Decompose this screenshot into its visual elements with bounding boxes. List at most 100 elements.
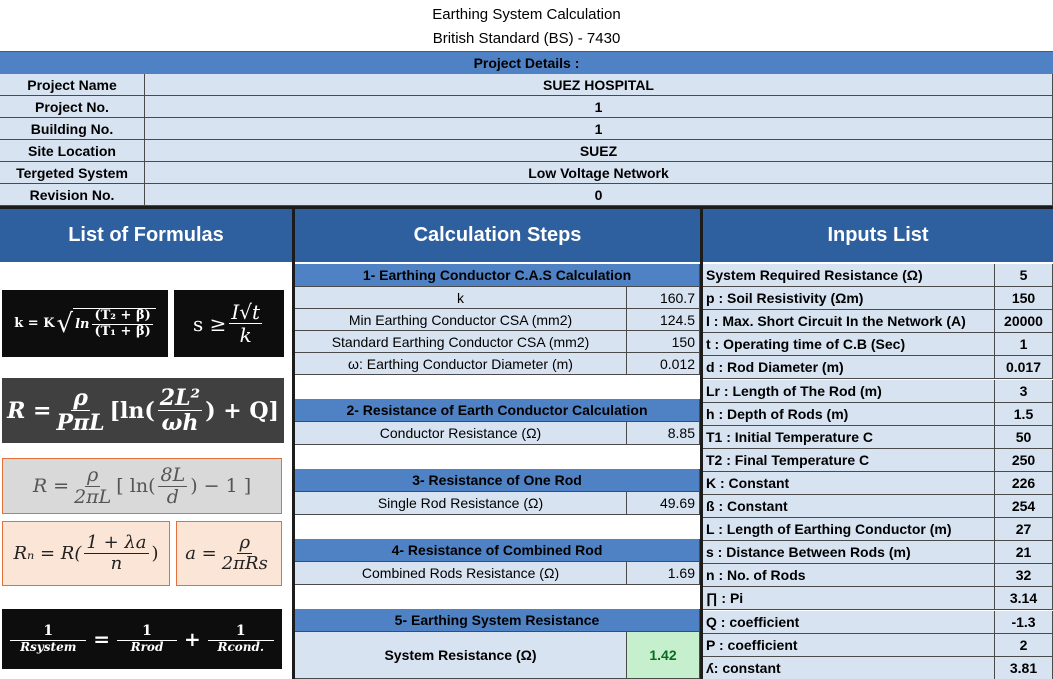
input-label: T2 : Final Temperature C: [703, 448, 995, 472]
formula-fraction: ρ PπL: [54, 384, 106, 436]
formula-combined-rods: Rₙ = R( 1 + λa n ): [2, 521, 170, 586]
formula-text: a =: [185, 543, 217, 564]
formula-text: k = K: [14, 316, 55, 331]
project-value[interactable]: 0: [145, 184, 1053, 206]
step-1-label: ω: Earthing Conductor Diameter (m): [295, 353, 627, 375]
project-label: Building No.: [0, 118, 145, 140]
input-label: d : Rod Diameter (m): [703, 356, 995, 380]
input-value[interactable]: 1.5: [995, 402, 1053, 426]
input-value[interactable]: 21: [995, 541, 1053, 565]
input-label: System Required Resistance (Ω): [703, 264, 995, 288]
input-value[interactable]: 20000: [995, 310, 1053, 334]
step-2-value[interactable]: 8.85: [627, 422, 700, 445]
project-value[interactable]: 1: [145, 118, 1053, 140]
formula-denominator: d: [166, 485, 179, 508]
formula-fraction: 2L² ωh: [157, 386, 203, 435]
project-value[interactable]: SUEZ: [145, 140, 1053, 162]
step-3-label: Single Rod Resistance (Ω): [295, 492, 627, 515]
formula-denominator: 2πRs: [221, 553, 268, 574]
formula-text: =: [93, 627, 110, 651]
formula-min-csa: s ≥ I√t k: [174, 290, 284, 357]
formula-a-factor: a = ρ 2πRs: [176, 521, 282, 586]
step-3-value[interactable]: 49.69: [627, 492, 700, 515]
formula-fraction: I√t k: [229, 300, 263, 347]
step-4-value[interactable]: 1.69: [627, 562, 700, 585]
formula-text: R =: [7, 397, 52, 424]
input-label: K : Constant: [703, 471, 995, 495]
input-value[interactable]: 3.81: [995, 656, 1053, 679]
formula-conductor-k: k = K √ ln (T₂ + β) (T₁ + β): [2, 290, 168, 357]
system-resistance-result[interactable]: 1.42: [627, 632, 700, 679]
step-1-label: k: [295, 287, 627, 309]
input-value[interactable]: 250: [995, 448, 1053, 472]
project-label: Site Location: [0, 140, 145, 162]
step-1-value[interactable]: 124.5: [627, 309, 700, 331]
title-line-2: British Standard (BS) - 7430: [0, 27, 1053, 50]
input-value[interactable]: -1.3: [995, 610, 1053, 634]
project-value[interactable]: Low Voltage Network: [145, 162, 1053, 184]
formula-denominator: k: [239, 323, 252, 347]
formula-numerator: 1: [117, 623, 177, 641]
formula-numerator: (T₂ + β): [92, 308, 153, 325]
formula-denominator: 2πL: [74, 485, 112, 508]
formula-denominator: Rrod: [130, 639, 164, 654]
inputs-header: Inputs List: [703, 209, 1053, 262]
input-value[interactable]: 0.017: [995, 356, 1053, 380]
formula-fraction: 1 + λa n: [84, 533, 149, 574]
input-label: P : coefficient: [703, 633, 995, 657]
formula-numerator: ρ: [85, 463, 101, 487]
formula-text: ) − 1 ]: [190, 475, 252, 497]
formula-denominator: Rcond.: [217, 639, 265, 654]
input-label: L : Length of Earthing Conductor (m): [703, 518, 995, 542]
input-value[interactable]: 1: [995, 333, 1053, 357]
project-value[interactable]: 1: [145, 96, 1053, 118]
step-2-title: 2- Resistance of Earth Conductor Calcula…: [295, 399, 700, 422]
input-label: ʎ: constant: [703, 656, 995, 679]
input-value[interactable]: 32: [995, 564, 1053, 588]
project-value[interactable]: SUEZ HOSPITAL: [145, 74, 1053, 96]
formula-text: ): [151, 543, 159, 564]
input-value[interactable]: 3.14: [995, 587, 1053, 611]
input-value[interactable]: 226: [995, 471, 1053, 495]
formula-fraction: 1 Rcond.: [207, 623, 274, 654]
project-label: Tergeted System: [0, 162, 145, 184]
input-value[interactable]: 3: [995, 379, 1053, 403]
formula-text: ln: [75, 316, 90, 332]
formula-fraction: ρ 2πL: [72, 463, 113, 508]
step-1-value[interactable]: 150: [627, 331, 700, 353]
input-label: Q : coefficient: [703, 610, 995, 634]
formula-numerator: I√t: [229, 300, 263, 324]
input-value[interactable]: 50: [995, 425, 1053, 449]
formulas-header: List of Formulas: [0, 209, 292, 262]
formula-conductor-resistance: R = ρ PπL [ln( 2L² ωh ) + Q]: [2, 378, 284, 443]
formula-denominator: PπL: [56, 410, 105, 436]
input-value[interactable]: 150: [995, 287, 1053, 311]
input-label: h : Depth of Rods (m): [703, 402, 995, 426]
formula-fraction: ρ 2πRs: [220, 533, 270, 574]
formula-text: R =: [32, 475, 70, 497]
step-1-value[interactable]: 0.012: [627, 353, 700, 375]
input-label: ß : Constant: [703, 495, 995, 519]
input-label: t : Operating time of C.B (Sec): [703, 333, 995, 357]
formula-fraction: 1 Rsystem: [10, 623, 87, 654]
input-value[interactable]: 2: [995, 633, 1053, 657]
project-label: Project No.: [0, 96, 145, 118]
input-value[interactable]: 27: [995, 518, 1053, 542]
input-label: s : Distance Between Rods (m): [703, 541, 995, 565]
formula-numerator: 1: [207, 623, 274, 641]
input-value[interactable]: 254: [995, 495, 1053, 519]
input-label: I : Max. Short Circuit In the Network (A…: [703, 310, 995, 334]
formula-text: [ ln(: [116, 475, 156, 497]
formula-radicand: ln (T₂ + β) (T₁ + β): [73, 308, 156, 339]
sqrt-symbol: √: [56, 308, 74, 339]
formula-text: +: [184, 627, 201, 651]
formula-system-resistance: 1 Rsystem = 1 Rrod + 1 Rcond.: [2, 609, 282, 669]
step-1-value[interactable]: 160.7: [627, 287, 700, 309]
formula-numerator: 1: [10, 623, 87, 641]
formula-numerator: ρ: [71, 384, 90, 411]
input-label: T1 : Initial Temperature C: [703, 425, 995, 449]
input-value[interactable]: 5: [995, 264, 1053, 288]
formula-fraction: (T₂ + β) (T₁ + β): [92, 308, 153, 339]
formula-numerator: 8L: [158, 463, 188, 487]
project-label: Revision No.: [0, 184, 145, 206]
